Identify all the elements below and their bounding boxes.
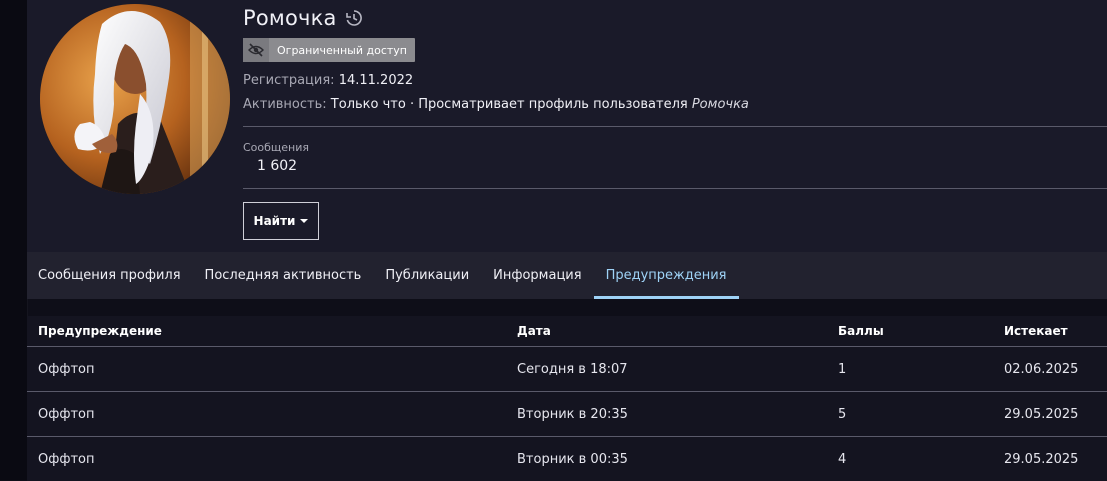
activity-label: Активность: <box>243 97 327 112</box>
tab-label: Последняя активность <box>204 268 362 283</box>
warning-points: 1 <box>838 361 847 377</box>
tab-about[interactable]: Информация <box>481 252 593 299</box>
restricted-access-badge: Ограниченный доступ <box>243 38 415 62</box>
tab-label: Информация <box>493 268 582 283</box>
activity-text: Только что · Просматривает профиль польз… <box>330 97 688 112</box>
activity-target[interactable]: Ромочка <box>692 97 749 112</box>
tab-label: Публикации <box>385 268 470 283</box>
divider <box>243 188 1107 189</box>
messages-stat-label: Сообщения <box>243 141 310 154</box>
caret-down-icon <box>300 219 309 223</box>
table-row[interactable]: Оффтоп Вторник в 00:35 4 29.05.2025 <box>27 437 1107 481</box>
registration-date: 14.11.2022 <box>338 73 414 88</box>
page-left-strip <box>0 0 28 480</box>
tab-warnings[interactable]: Предупреждения <box>593 252 739 299</box>
find-button-label: Найти <box>253 214 296 228</box>
tab-postings[interactable]: Публикации <box>373 252 481 299</box>
profile-tabs: Сообщения профиля Последняя активность П… <box>27 252 1107 299</box>
messages-stat-value[interactable]: 1 602 <box>257 158 297 174</box>
warning-points: 4 <box>838 451 847 467</box>
table-row[interactable]: Оффтоп Сегодня в 18:07 1 02.06.2025 <box>27 347 1107 392</box>
warning-expires: 29.05.2025 <box>1004 406 1079 422</box>
avatar[interactable] <box>40 4 230 194</box>
profile-header: Ромочка Ограниченный доступ Регистрация:… <box>27 0 1107 252</box>
tab-profile-posts[interactable]: Сообщения профиля <box>27 252 193 299</box>
warning-points: 5 <box>838 406 847 422</box>
header-points: Баллы <box>838 324 884 338</box>
eye-slash-icon <box>243 38 269 62</box>
warning-title[interactable]: Оффтоп <box>38 392 95 436</box>
tab-label: Сообщения профиля <box>38 268 181 283</box>
warnings-table: Предупреждение Дата Баллы Истекает Оффто… <box>27 316 1107 481</box>
divider <box>243 126 1107 127</box>
warning-expires: 02.06.2025 <box>1004 361 1079 377</box>
username: Ромочка <box>243 6 337 30</box>
avatar-image <box>40 4 230 194</box>
find-button[interactable]: Найти <box>243 202 319 240</box>
header-date: Дата <box>517 324 551 338</box>
badge-text: Ограниченный доступ <box>277 43 407 57</box>
header-warning: Предупреждение <box>38 324 162 338</box>
warning-expires: 29.05.2025 <box>1004 451 1079 467</box>
warning-date: Сегодня в 18:07 <box>517 361 628 377</box>
warning-date: Вторник в 20:35 <box>517 406 628 422</box>
header-expires: Истекает <box>1004 324 1068 338</box>
tab-label: Предупреждения <box>605 268 727 283</box>
registration-label: Регистрация: <box>243 73 335 88</box>
registration-line: Регистрация: 14.11.2022 <box>243 73 413 88</box>
warning-date: Вторник в 00:35 <box>517 451 628 467</box>
activity-line: Активность: Только что · Просматривает п… <box>243 97 749 112</box>
warning-title[interactable]: Оффтоп <box>38 347 95 391</box>
warning-title[interactable]: Оффтоп <box>38 437 95 481</box>
history-icon[interactable] <box>345 9 363 27</box>
table-row[interactable]: Оффтоп Вторник в 20:35 5 29.05.2025 <box>27 392 1107 437</box>
tab-latest-activity[interactable]: Последняя активность <box>193 252 374 299</box>
table-header-row: Предупреждение Дата Баллы Истекает <box>27 316 1107 347</box>
username-row: Ромочка <box>243 4 363 32</box>
